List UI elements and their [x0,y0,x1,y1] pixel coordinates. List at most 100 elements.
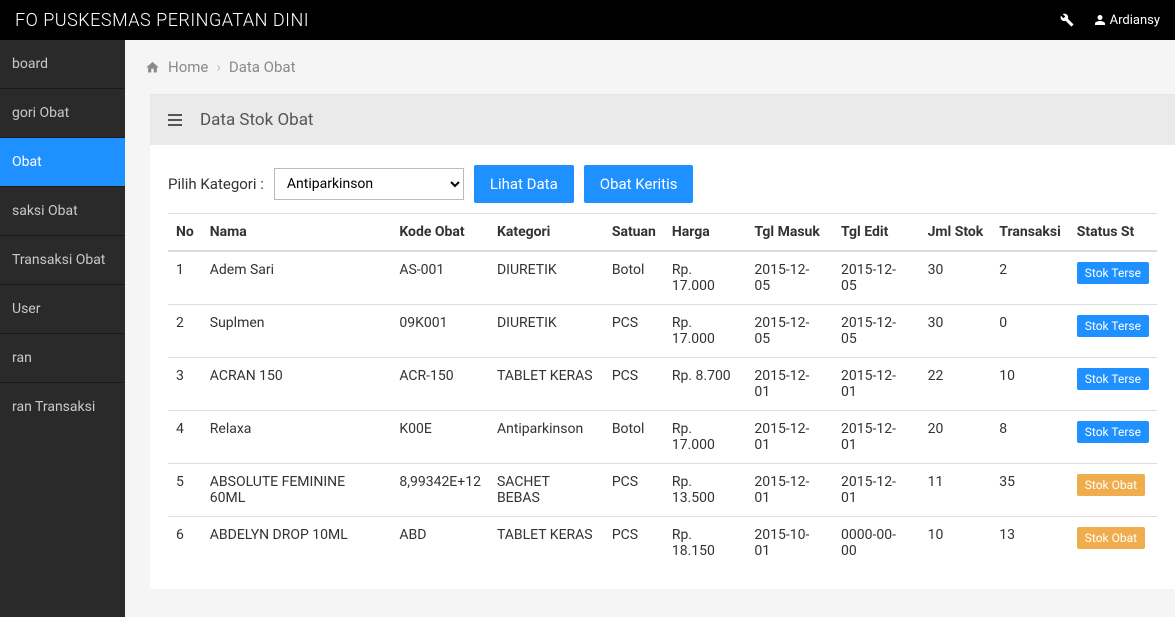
col-header: Jml Stok [920,214,992,252]
cell: 2015-12-01 [833,411,920,464]
cell: 09K001 [391,305,489,358]
cell: Rp. 17.000 [664,251,747,305]
cell: 2015-12-05 [833,305,920,358]
topbar: FO PUSKESMAS PERINGATAN DINI Ardiansy [0,0,1175,40]
cell: Suplmen [202,305,392,358]
kategori-select[interactable]: Antiparkinson [274,168,464,200]
topbar-right: Ardiansy [1060,13,1160,28]
cell: PCS [604,517,664,570]
cell: 8,99342E+12 [391,464,489,517]
cell: 2015-12-05 [746,251,833,305]
sidebar: boardgori ObatObatsaksi ObatTransaksi Ob… [0,40,125,617]
status-badge[interactable]: Stok Terse [1077,421,1149,443]
panel-title: Data Stok Obat [200,110,314,130]
cell-status: Stok Terse [1069,411,1157,464]
filter-controls: Pilih Kategori : Antiparkinson Lihat Dat… [150,145,1175,213]
user-menu[interactable]: Ardiansy [1094,13,1160,28]
breadcrumb: Home › Data Obat [125,40,1175,94]
cell: 0 [991,305,1069,358]
table-row: 5ABSOLUTE FEMININE 60ML8,99342E+12SACHET… [168,464,1157,517]
table-wrap: NoNamaKode ObatKategoriSatuanHargaTgl Ma… [150,213,1175,589]
cell: 0000-00-00 [833,517,920,570]
table-row: 2Suplmen09K001DIURETIKPCSRp. 17.0002015-… [168,305,1157,358]
col-header: Status St [1069,214,1157,252]
wrench-icon[interactable] [1060,13,1074,27]
col-header: No [168,214,202,252]
col-header: Tgl Masuk [746,214,833,252]
cell: SACHET BEBAS [489,464,604,517]
status-badge[interactable]: Stok Terse [1077,315,1149,337]
cell: 2015-12-01 [833,358,920,411]
data-table: NoNamaKode ObatKategoriSatuanHargaTgl Ma… [168,213,1157,569]
cell: 2015-12-01 [746,411,833,464]
breadcrumb-home[interactable]: Home [168,58,208,76]
cell: DIURETIK [489,305,604,358]
sidebar-item-4[interactable]: Transaksi Obat [0,235,125,284]
cell: 11 [920,464,992,517]
sidebar-item-1[interactable]: gori Obat [0,88,125,137]
cell: 5 [168,464,202,517]
lihat-data-button[interactable]: Lihat Data [474,165,574,203]
cell: 2015-12-01 [746,464,833,517]
cell: Botol [604,411,664,464]
cell: PCS [604,464,664,517]
cell: Adem Sari [202,251,392,305]
col-header: Nama [202,214,392,252]
sidebar-item-5[interactable]: User [0,284,125,333]
sidebar-item-7[interactable]: ran Transaksi [0,382,125,431]
cell: ACRAN 150 [202,358,392,411]
cell: 4 [168,411,202,464]
cell: 2015-10-01 [746,517,833,570]
obat-keritis-button[interactable]: Obat Keritis [584,165,694,203]
cell: Rp. 17.000 [664,411,747,464]
cell: 10 [991,358,1069,411]
cell: Rp. 17.000 [664,305,747,358]
cell: Antiparkinson [489,411,604,464]
col-header: Kode Obat [391,214,489,252]
cell: 2015-12-05 [746,305,833,358]
sidebar-item-0[interactable]: board [0,40,125,88]
status-badge[interactable]: Stok Obat [1077,527,1145,549]
cell: 8 [991,411,1069,464]
cell: Rp. 8.700 [664,358,747,411]
panel: Data Stok Obat Pilih Kategori : Antipark… [150,94,1175,589]
cell: PCS [604,358,664,411]
cell: 2 [168,305,202,358]
cell: 2015-12-05 [833,251,920,305]
table-row: 4RelaxaK00EAntiparkinsonBotolRp. 17.0002… [168,411,1157,464]
cell: 2015-12-01 [833,464,920,517]
status-badge[interactable]: Stok Obat [1077,474,1145,496]
cell: 13 [991,517,1069,570]
col-header: Satuan [604,214,664,252]
cell: ABDELYN DROP 10ML [202,517,392,570]
cell: Rp. 13.500 [664,464,747,517]
cell-status: Stok Terse [1069,251,1157,305]
cell: 3 [168,358,202,411]
col-header: Kategori [489,214,604,252]
sidebar-item-2[interactable]: Obat [0,137,125,186]
cell: 2 [991,251,1069,305]
app-title: FO PUSKESMAS PERINGATAN DINI [15,10,309,31]
cell-status: Stok Terse [1069,305,1157,358]
cell: ABD [391,517,489,570]
table-row: 3ACRAN 150ACR-150TABLET KERASPCSRp. 8.70… [168,358,1157,411]
col-header: Transaksi [991,214,1069,252]
sidebar-item-6[interactable]: ran [0,333,125,382]
table-row: 6ABDELYN DROP 10MLABDTABLET KERASPCSRp. … [168,517,1157,570]
home-icon[interactable] [145,60,160,75]
status-badge[interactable]: Stok Terse [1077,368,1149,390]
sidebar-item-3[interactable]: saksi Obat [0,186,125,235]
cell-status: Stok Terse [1069,358,1157,411]
menu-icon[interactable] [168,114,182,126]
status-badge[interactable]: Stok Terse [1077,262,1149,284]
cell: 30 [920,305,992,358]
kategori-label: Pilih Kategori : [168,175,264,193]
cell: ABSOLUTE FEMININE 60ML [202,464,392,517]
cell: PCS [604,305,664,358]
cell: 30 [920,251,992,305]
breadcrumb-current: Data Obat [229,58,296,76]
cell: TABLET KERAS [489,358,604,411]
cell: DIURETIK [489,251,604,305]
cell: AS-001 [391,251,489,305]
cell: 1 [168,251,202,305]
